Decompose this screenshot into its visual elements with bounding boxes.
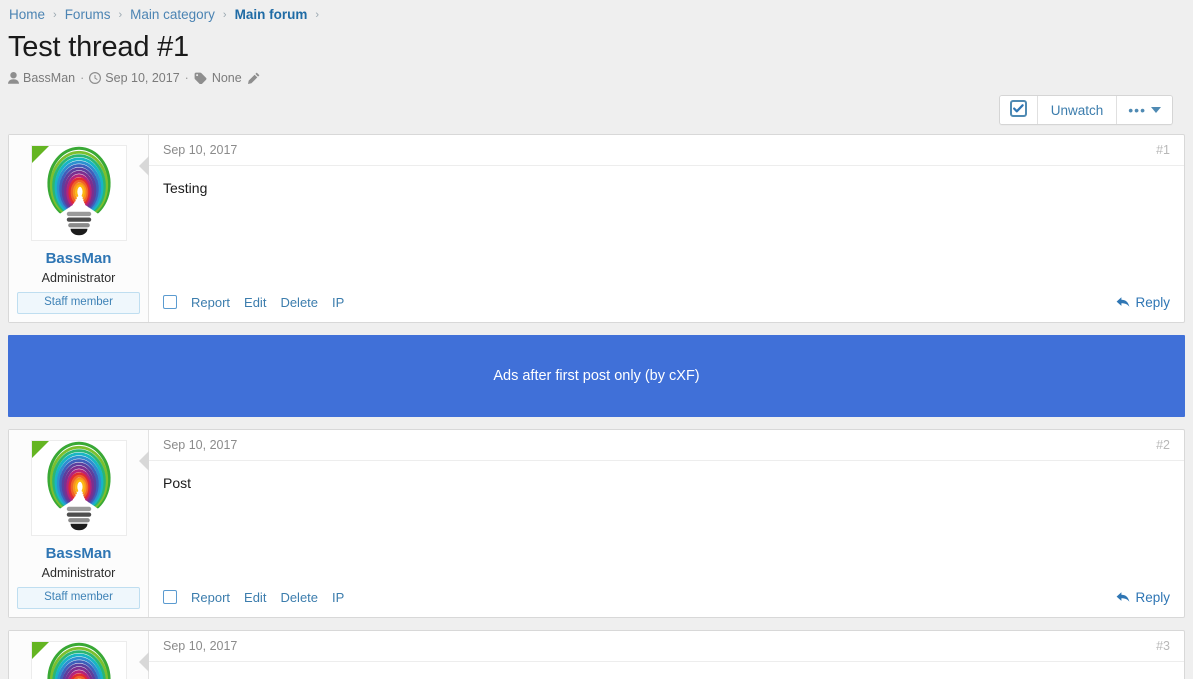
avatar[interactable] xyxy=(31,145,127,241)
avatar[interactable] xyxy=(31,440,127,536)
avatar[interactable] xyxy=(31,641,127,679)
post-footer: Report Edit Delete IP Reply xyxy=(149,289,1184,322)
post-header: Sep 10, 2017 #3 xyxy=(149,631,1184,662)
reply-arrow-icon xyxy=(1116,591,1130,603)
post-number[interactable]: #3 xyxy=(1156,639,1170,653)
post-date[interactable]: Sep 10, 2017 xyxy=(163,639,237,653)
thread-date: Sep 10, 2017 xyxy=(89,71,179,85)
breadcrumb-item-home[interactable]: Home xyxy=(8,7,46,22)
breadcrumb-item-main-forum[interactable]: Main forum xyxy=(234,7,309,22)
post-footer: Report Edit Delete IP Reply xyxy=(149,584,1184,617)
breadcrumb-separator: › xyxy=(308,9,326,21)
report-link[interactable]: Report xyxy=(191,295,230,310)
post-caret-icon xyxy=(140,452,149,470)
post-user-panel: BassMan Administrator Staff member xyxy=(9,135,149,322)
user-icon xyxy=(8,72,19,84)
post-user-panel: BassMan Administrator Staff member xyxy=(9,430,149,617)
post-username[interactable]: BassMan xyxy=(17,545,140,563)
post-footer-actions: Report Edit Delete IP xyxy=(163,590,344,605)
post-select-checkbox[interactable] xyxy=(163,590,177,604)
post-user-title: Administrator xyxy=(17,566,140,580)
post-number[interactable]: #2 xyxy=(1156,438,1170,452)
breadcrumb: Home › Forums › Main category › Main for… xyxy=(0,0,1193,28)
ip-link[interactable]: IP xyxy=(332,295,344,310)
thread-date-label: Sep 10, 2017 xyxy=(105,71,179,85)
thread-header: Test thread #1 BassMan · Sep 10, 2017 · … xyxy=(0,28,1193,85)
thread-action-button-group: Unwatch ••• xyxy=(999,95,1173,125)
post-header: Sep 10, 2017 #2 xyxy=(149,430,1184,461)
meta-separator: · xyxy=(180,71,194,85)
unwatch-button[interactable]: Unwatch xyxy=(1038,96,1118,124)
page-title: Test thread #1 xyxy=(8,30,1193,64)
post-body: Sep 10, 2017 #3 Post Report Edit Delete … xyxy=(149,631,1184,679)
edit-tags-pencil-icon[interactable] xyxy=(242,72,260,84)
staff-member-badge: Staff member xyxy=(17,587,140,609)
staff-member-badge: Staff member xyxy=(17,292,140,314)
post-content: Post xyxy=(149,461,1184,584)
post-article: BassMan Administrator Staff member Sep 1… xyxy=(8,429,1185,618)
online-corner-flag-icon xyxy=(32,642,49,659)
thread-meta: BassMan · Sep 10, 2017 · None xyxy=(8,71,1193,85)
delete-link[interactable]: Delete xyxy=(280,590,318,605)
post-date[interactable]: Sep 10, 2017 xyxy=(163,438,237,452)
ip-link[interactable]: IP xyxy=(332,590,344,605)
reply-label: Reply xyxy=(1135,295,1170,310)
report-link[interactable]: Report xyxy=(191,590,230,605)
chevron-down-icon xyxy=(1151,107,1161,113)
watch-toggle-button[interactable] xyxy=(1000,96,1038,124)
post-caret-icon xyxy=(140,157,149,175)
post-user-title: Administrator xyxy=(17,271,140,285)
post-date[interactable]: Sep 10, 2017 xyxy=(163,143,237,157)
post-caret-icon xyxy=(140,653,149,671)
ellipsis-icon: ••• xyxy=(1128,103,1146,117)
post-number[interactable]: #1 xyxy=(1156,143,1170,157)
edit-link[interactable]: Edit xyxy=(244,590,266,605)
tag-icon xyxy=(194,72,208,84)
thread-tags: None xyxy=(194,71,242,85)
reply-arrow-icon xyxy=(1116,296,1130,308)
online-corner-flag-icon xyxy=(32,146,49,163)
reply-button[interactable]: Reply xyxy=(1116,590,1170,605)
breadcrumb-item-forums[interactable]: Forums xyxy=(64,7,112,22)
post-content: Testing xyxy=(149,166,1184,289)
delete-link[interactable]: Delete xyxy=(280,295,318,310)
clock-icon xyxy=(89,72,101,84)
post-article: BassMan Administrator Staff member Sep 1… xyxy=(8,134,1185,323)
breadcrumb-separator: › xyxy=(111,9,129,21)
meta-separator: · xyxy=(75,71,89,85)
post-footer-actions: Report Edit Delete IP xyxy=(163,295,344,310)
post-header: Sep 10, 2017 #1 xyxy=(149,135,1184,166)
breadcrumb-separator: › xyxy=(46,9,64,21)
post-body: Sep 10, 2017 #2 Post Report Edit Delete … xyxy=(149,430,1184,617)
post-user-panel: BassMan Administrator Staff member xyxy=(9,631,149,679)
more-options-button[interactable]: ••• xyxy=(1117,96,1172,124)
thread-author: BassMan xyxy=(8,71,75,85)
post-content: Post xyxy=(149,662,1184,679)
post-select-checkbox[interactable] xyxy=(163,295,177,309)
thread-action-bar: Unwatch ••• xyxy=(0,85,1193,134)
reply-button[interactable]: Reply xyxy=(1116,295,1170,310)
reply-label: Reply xyxy=(1135,590,1170,605)
online-corner-flag-icon xyxy=(32,441,49,458)
checked-box-icon xyxy=(1010,100,1027,120)
ad-banner[interactable]: Ads after first post only (by cXF) xyxy=(8,335,1185,417)
edit-link[interactable]: Edit xyxy=(244,295,266,310)
breadcrumb-separator: › xyxy=(216,9,234,21)
post-username[interactable]: BassMan xyxy=(17,250,140,268)
thread-tags-label: None xyxy=(212,71,242,85)
thread-author-label: BassMan xyxy=(23,71,75,85)
post-body: Sep 10, 2017 #1 Testing Report Edit Dele… xyxy=(149,135,1184,322)
breadcrumb-item-main-category[interactable]: Main category xyxy=(129,7,216,22)
post-article: BassMan Administrator Staff member Sep 1… xyxy=(8,630,1185,679)
